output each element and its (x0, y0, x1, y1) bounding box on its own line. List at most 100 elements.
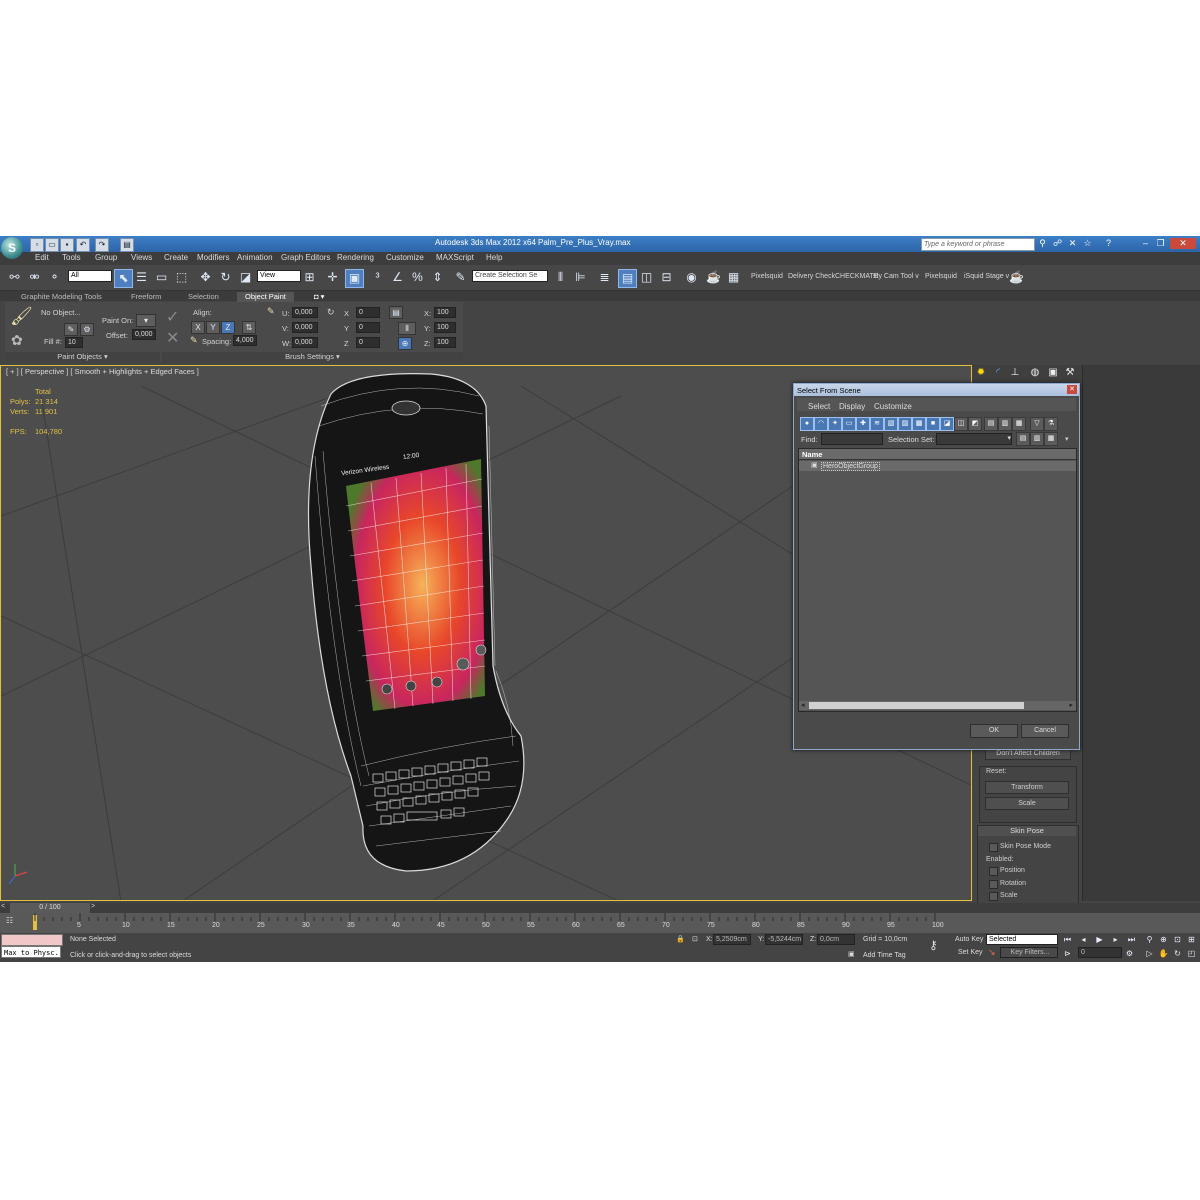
unlink-icon[interactable]: ⚮ (26, 269, 43, 286)
graphite-tools-toggle-icon[interactable]: ▤ (618, 269, 637, 288)
offset-field[interactable]: 0,000 (132, 329, 156, 340)
plugin-pixelsquid[interactable]: Pixelsquid (751, 273, 783, 280)
display-cameras-icon[interactable]: ▭ (842, 417, 856, 431)
select-none-icon[interactable]: ▥ (998, 417, 1012, 431)
brush-settings-panel-footer[interactable]: Brush Settings ▾ (162, 352, 463, 362)
expand-options-icon[interactable]: ▾ (1065, 435, 1069, 443)
motion-tab-icon[interactable]: ◍ (1028, 366, 1042, 380)
close-window-icon[interactable]: ✕ (1170, 238, 1196, 249)
key-mode-dropdown[interactable]: Selected (986, 934, 1058, 945)
scale-x-field[interactable]: 100 (434, 307, 456, 318)
plugin-checkmate[interactable]: CHECKMATE (835, 273, 878, 280)
select-all-icon[interactable]: ▤ (984, 417, 998, 431)
z-coord-field[interactable]: 0,0cm (817, 934, 855, 945)
menu-graph-editors[interactable]: Graph Editors (281, 253, 330, 262)
window-crossing-icon[interactable]: ⬚ (173, 269, 190, 286)
scale-z-field[interactable]: 100 (434, 337, 456, 348)
align-x-button[interactable]: X (191, 321, 205, 334)
modify-tab-icon[interactable]: ◜ (991, 366, 1005, 380)
scale-lock-icon[interactable]: ⫴ (398, 322, 416, 335)
delete-set-icon[interactable]: ▦ (1044, 432, 1058, 446)
cancel-x-icon[interactable]: ✕ (166, 328, 179, 348)
no-object-button[interactable]: No Object... (41, 308, 81, 317)
set-key-button[interactable]: Set Key (958, 949, 983, 956)
select-scale-icon[interactable]: ◪ (237, 269, 254, 286)
scale-y-field[interactable]: 100 (434, 322, 456, 333)
zoom-all-icon[interactable]: ⊕ (1158, 934, 1169, 945)
paint-brush-icon[interactable]: 🖌 (10, 306, 33, 328)
curve-editor-icon[interactable]: ◫ (638, 269, 655, 286)
display-geometry-icon[interactable]: ● (800, 417, 814, 431)
v-field[interactable]: 0,000 (292, 322, 318, 333)
bind-space-warp-icon[interactable]: ⚬ (46, 269, 63, 286)
new-file-icon[interactable]: ▫ (30, 238, 44, 252)
create-set-icon[interactable]: ▤ (1016, 432, 1030, 446)
menu-modifiers[interactable]: Modifiers (197, 253, 229, 262)
create-tab-icon[interactable]: ✹ (974, 366, 988, 380)
absolute-mode-icon[interactable]: ⊡ (692, 935, 698, 943)
scroll-right-icon[interactable]: ▸ (1069, 701, 1073, 709)
dialog-menu-customize[interactable]: Customize (874, 402, 912, 411)
select-invert-icon[interactable]: ▦ (1012, 417, 1026, 431)
zoom-icon[interactable]: ⚲ (1144, 934, 1155, 945)
named-selection-set-dropdown[interactable]: Create Selection Se (472, 270, 548, 282)
display-tab-icon[interactable]: ▣ (1046, 366, 1060, 380)
filter-icon[interactable]: ▽ (1030, 417, 1044, 431)
y-coord-field[interactable]: -5,5244cm (765, 934, 803, 945)
ribbon-options-icon[interactable]: ◘ ▾ (314, 292, 324, 301)
object-list-icon[interactable]: ⚙ (80, 323, 94, 336)
select-move-icon[interactable]: ✥ (197, 269, 214, 286)
list-header[interactable]: Name (799, 449, 1076, 460)
display-containers-icon[interactable]: ■ (926, 417, 940, 431)
w-field[interactable]: 0,000 (292, 337, 318, 348)
schematic-view-icon[interactable]: ⊟ (658, 269, 675, 286)
plugin-cam-tool[interactable]: sty Cam Tool v (873, 273, 919, 280)
mirror-icon[interactable]: ⫴ (552, 269, 569, 286)
viewport-label[interactable]: [ + ] [ Perspective ] [ Smooth + Highlig… (6, 367, 199, 376)
key-filters-button[interactable]: Key Filters... (1000, 947, 1058, 958)
next-frame-icon[interactable]: ▸ (1110, 934, 1121, 945)
select-object-icon[interactable]: ⬉ (114, 269, 133, 288)
rotate-brush-icon[interactable]: ✎ (267, 306, 275, 317)
x-coord-field[interactable]: 5,2509cm (713, 934, 751, 945)
cancel-button[interactable]: Cancel (1021, 724, 1069, 738)
fill-count-field[interactable]: 10 (65, 337, 83, 348)
align-icon[interactable]: ⊫ (572, 269, 589, 286)
scale-checkbox[interactable] (989, 892, 998, 901)
communication-icon[interactable]: ✕ (1067, 238, 1078, 249)
rectangular-region-icon[interactable]: ▭ (153, 269, 170, 286)
go-to-start-icon[interactable]: ⏮ (1062, 934, 1073, 945)
commit-check-icon[interactable]: ✓ (166, 307, 179, 327)
utilities-tab-icon[interactable]: ⚒ (1063, 366, 1077, 380)
edit-set-icon[interactable]: ▥ (1030, 432, 1044, 446)
display-spacewarps-icon[interactable]: ≋ (870, 417, 884, 431)
selection-set-dropdown[interactable]: ▾ (936, 433, 1012, 445)
reset-scale-button[interactable]: Scale (985, 797, 1069, 810)
menu-customize[interactable]: Customize (386, 253, 424, 262)
time-configuration-icon[interactable]: ⚙ (1124, 948, 1135, 959)
restore-icon[interactable]: ❐ (1155, 238, 1166, 249)
time-prev-icon[interactable]: < (1, 903, 5, 910)
snaps-toggle-icon[interactable]: ³ (369, 269, 386, 286)
skin-pose-rollout-title[interactable]: Skin Pose (978, 826, 1076, 836)
previous-frame-icon[interactable]: ◂ (1078, 934, 1089, 945)
menu-create[interactable]: Create (164, 253, 188, 262)
pivot-center-icon[interactable]: ⊞ (301, 269, 318, 286)
keyboard-shortcut-toggle-icon[interactable]: ▣ (345, 269, 364, 288)
align-z-button[interactable]: Z (221, 321, 235, 334)
menu-edit[interactable]: Edit (35, 253, 49, 262)
hierarchy-tab-icon[interactable]: ⊥ (1008, 366, 1022, 380)
maxscript-listener-top[interactable] (1, 934, 63, 946)
maxscript-listener-input[interactable]: Max to Physc. (1, 946, 61, 958)
dialog-title-bar[interactable]: Select From Scene ✕ (794, 384, 1079, 396)
display-all-icon[interactable]: ◪ (940, 417, 954, 431)
tab-graphite-modeling-tools[interactable]: Graphite Modeling Tools (21, 292, 102, 301)
align-y-button[interactable]: Y (206, 321, 220, 334)
key-mode-toggle-icon[interactable]: ⊳ (1062, 948, 1073, 959)
help-icon[interactable]: ? (1103, 238, 1114, 249)
material-editor-icon[interactable]: ◉ (683, 269, 700, 286)
layer-manager-icon[interactable]: ≣ (596, 269, 613, 286)
orbit-icon[interactable]: ↻ (1172, 948, 1183, 959)
u-field[interactable]: 0,000 (292, 307, 318, 318)
angle-snap-icon[interactable]: ∠ (389, 269, 406, 286)
